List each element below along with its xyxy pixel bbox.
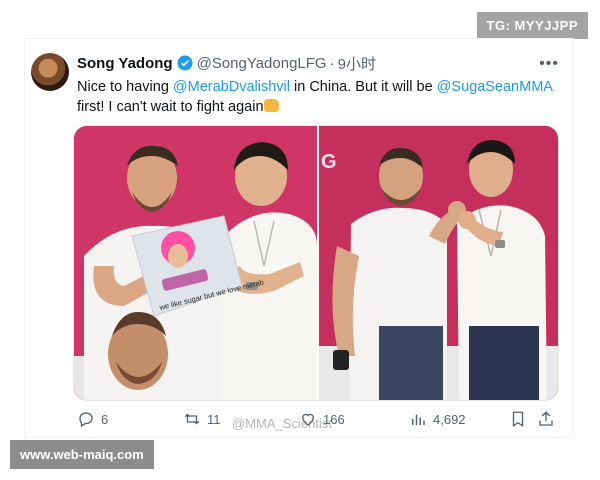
author-name[interactable]: Song Yadong bbox=[77, 55, 173, 72]
photo-left[interactable]: we like sugar but we love merab bbox=[74, 126, 317, 400]
mention-link[interactable]: @MerabDvalishvil bbox=[173, 79, 290, 95]
bookmark-button[interactable] bbox=[509, 407, 527, 431]
avatar[interactable] bbox=[31, 53, 69, 91]
share-icon bbox=[539, 411, 553, 426]
views-count: 4,692 bbox=[433, 411, 466, 427]
site-watermark-badge: www.web-maiq.com bbox=[10, 440, 154, 469]
photo-right[interactable]: G bbox=[319, 126, 558, 400]
verified-badge-icon bbox=[177, 55, 193, 71]
share-button[interactable] bbox=[537, 407, 555, 431]
tweet-timestamp[interactable]: 9小时 bbox=[338, 53, 376, 74]
reply-count: 6 bbox=[101, 411, 109, 427]
author-handle[interactable]: @SongYadongLFG bbox=[197, 55, 327, 72]
mention-link[interactable]: @SugaSeanMMA bbox=[437, 79, 552, 95]
tweet-text-part: in China. But it will be bbox=[289, 79, 437, 95]
bookmark-icon bbox=[512, 411, 524, 428]
retweet-button[interactable]: 11 bbox=[183, 407, 221, 431]
reply-button[interactable]: 6 bbox=[77, 407, 108, 431]
weibo-watermark: @MMA_Scientist bbox=[232, 416, 332, 431]
fist-emoji-icon bbox=[263, 99, 279, 112]
tweet-text-part: first! I can't wait to fight again bbox=[77, 99, 264, 115]
header-separator: · bbox=[329, 54, 335, 72]
reply-icon bbox=[79, 412, 93, 427]
retweet-icon bbox=[184, 413, 200, 425]
tg-watermark-badge: TG: MYYJJPP bbox=[476, 12, 588, 39]
stage-banner-letter: G bbox=[321, 151, 337, 173]
photo-right-illustration: G bbox=[319, 126, 558, 400]
tweet-card: Song Yadong @SongYadongLFG · 9小时 ••• Nic… bbox=[24, 38, 574, 438]
more-options-icon[interactable]: ••• bbox=[539, 55, 559, 73]
retweet-count: 11 bbox=[207, 411, 221, 427]
tweet-media[interactable]: we like sugar but we love merab G bbox=[73, 125, 559, 401]
tweet-text: Nice to having @MerabDvalishvil in China… bbox=[77, 77, 557, 117]
views-button[interactable]: 4,692 bbox=[409, 407, 466, 431]
views-chart-icon bbox=[412, 414, 425, 425]
photo-left-illustration: we like sugar but we love merab bbox=[74, 126, 317, 400]
tweet-header: Song Yadong @SongYadongLFG · 9小时 bbox=[77, 53, 376, 73]
tweet-text-part: Nice to having bbox=[77, 79, 173, 95]
